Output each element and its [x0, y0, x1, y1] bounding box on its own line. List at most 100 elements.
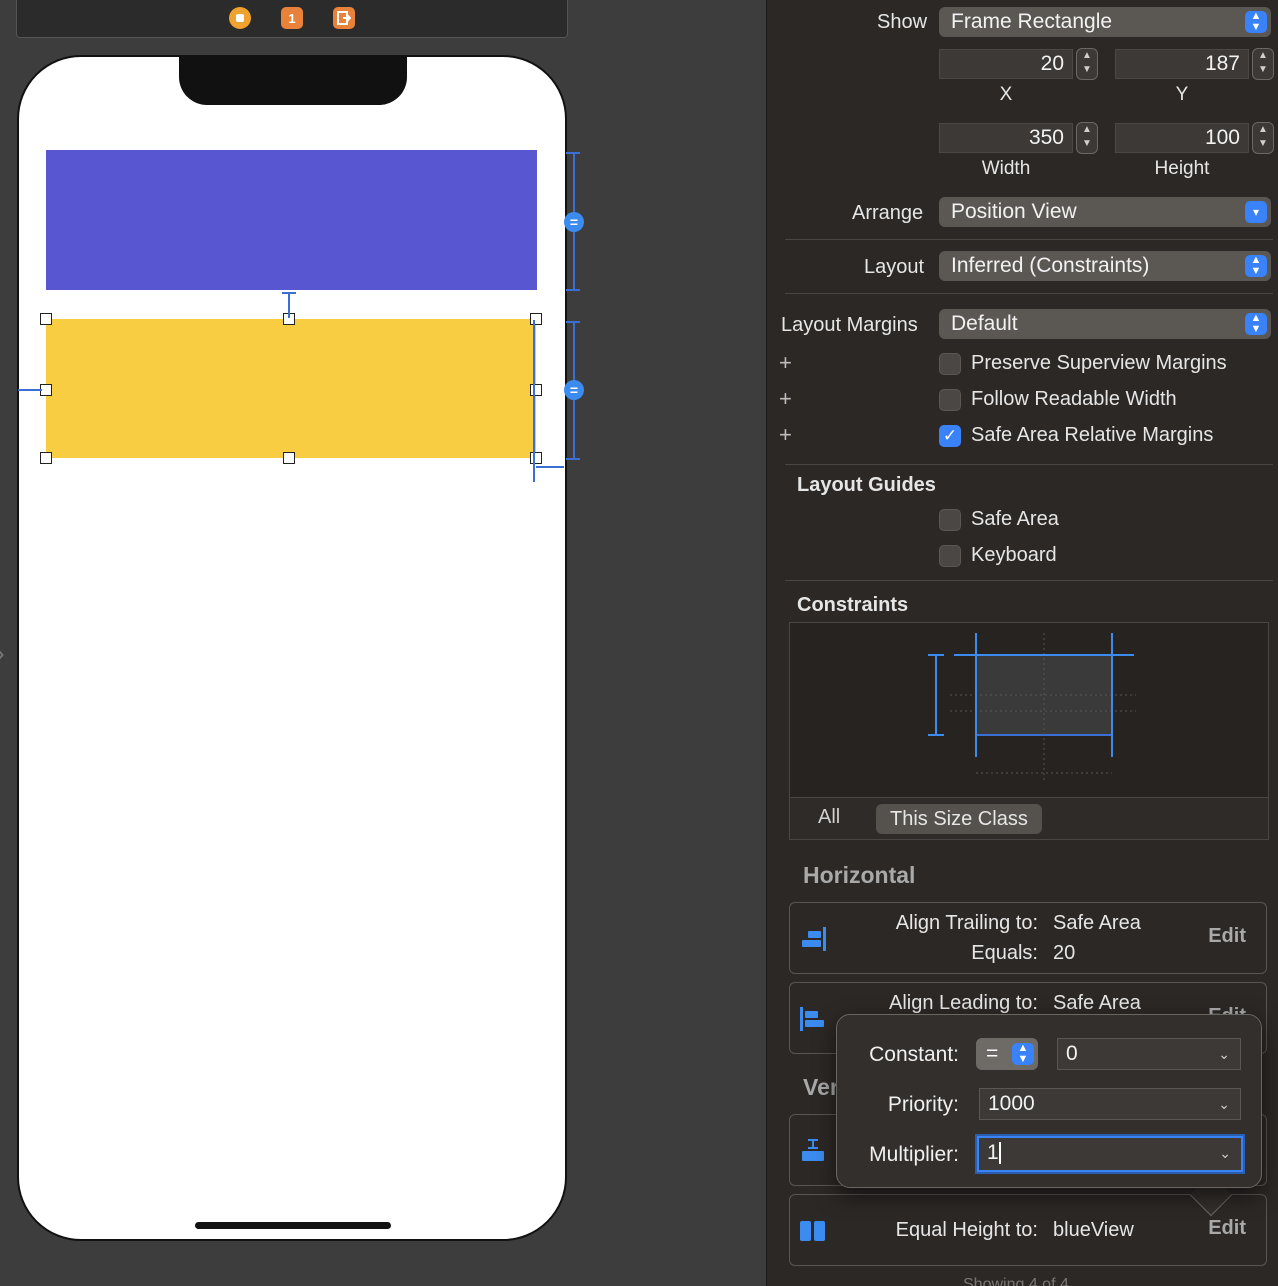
constraint-cap: [566, 289, 580, 291]
segment-all[interactable]: All: [818, 806, 840, 829]
constraints-count: Showing 4 of 4: [963, 1276, 1069, 1286]
constant-field[interactable]: 0 ⌄: [1057, 1038, 1241, 1070]
equal-height-badge-icon[interactable]: =: [564, 212, 584, 232]
constraint-value: Safe Area: [1053, 992, 1141, 1014]
priority-value: 1000: [988, 1092, 1035, 1115]
show-popup-value: Frame Rectangle: [951, 10, 1113, 33]
first-responder-icon[interactable]: 1: [281, 7, 303, 29]
multiplier-value: 1: [987, 1141, 999, 1164]
multiplier-field[interactable]: 1 ⌄: [977, 1136, 1243, 1172]
safe-area-guide-label: Safe Area: [971, 508, 1059, 530]
x-field[interactable]: 20: [939, 49, 1073, 79]
popup-chevrons-icon: ▲ ▼: [1245, 255, 1267, 277]
height-field[interactable]: 100: [1115, 123, 1249, 153]
keyboard-guide-label: Keyboard: [971, 544, 1057, 566]
horizontal-header: Horizontal: [803, 862, 916, 888]
safe-area-relative-margins-label: Safe Area Relative Margins: [971, 424, 1214, 446]
show-popup[interactable]: Frame Rectangle ▲ ▼: [939, 7, 1271, 37]
constraint-cap: [566, 152, 580, 154]
view-controller-icon[interactable]: [229, 7, 251, 29]
priority-label: Priority:: [887, 1093, 959, 1116]
scene-dock: 1: [16, 0, 568, 38]
constraint-card-equal-height[interactable]: Equal Height to: blueView Edit: [789, 1194, 1267, 1266]
yellow-view-selected[interactable]: [46, 319, 536, 458]
storyboard-canvas[interactable]: 1 › = =: [0, 0, 766, 1286]
blue-view[interactable]: [46, 150, 537, 290]
chevron-down-icon[interactable]: ⌄: [1219, 1138, 1231, 1168]
priority-field[interactable]: 1000 ⌄: [979, 1088, 1241, 1120]
vertical-spacing-icon: [802, 1139, 824, 1161]
layout-guides-title: Layout Guides: [797, 474, 936, 496]
multiplier-label: Multiplier:: [869, 1143, 959, 1166]
popup-chevrons-icon: ▲ ▼: [1012, 1043, 1034, 1065]
add-variation-plus-icon[interactable]: +: [779, 386, 792, 412]
layout-label: Layout: [864, 256, 925, 278]
resize-handle-right[interactable]: [530, 384, 542, 396]
constraint-card-trailing[interactable]: Align Trailing to: Safe Area Equals: 20 …: [789, 902, 1267, 974]
equal-height-icon: [800, 1221, 825, 1241]
chevron-down-icon[interactable]: ⌄: [1218, 1089, 1230, 1119]
arrange-popup-value: Position View: [951, 200, 1077, 223]
follow-readable-width-checkbox[interactable]: [939, 389, 961, 411]
popup-chevrons-icon: ▲ ▼: [1245, 313, 1267, 335]
divider: [785, 239, 1273, 240]
constraint-cap: [566, 321, 580, 323]
x-stepper[interactable]: ▲ ▼: [1076, 48, 1098, 80]
size-class-segmented-control[interactable]: All This Size Class: [789, 798, 1269, 840]
x-caption: X: [999, 84, 1013, 105]
constraint-cap: [566, 458, 580, 460]
trailing-guide-line: [533, 320, 535, 482]
resize-handle-top-right[interactable]: [530, 313, 542, 325]
exit-icon[interactable]: [333, 7, 355, 29]
layout-margins-popup-value: Default: [951, 312, 1018, 335]
height-stepper[interactable]: ▲ ▼: [1252, 122, 1274, 154]
text-cursor: [998, 1142, 1001, 1165]
constraint-key: Align Leading to:: [888, 992, 1038, 1014]
popup-chevrons-icon: ▲ ▼: [1245, 11, 1267, 33]
resize-handle-top-left[interactable]: [40, 313, 52, 325]
divider: [785, 293, 1273, 294]
arrange-popup[interactable]: Position View ▾: [939, 197, 1271, 227]
y-caption: Y: [1175, 84, 1189, 105]
trailing-constraint[interactable]: [536, 466, 564, 468]
safe-area-guide-checkbox[interactable]: [939, 509, 961, 531]
show-label: Show: [877, 11, 928, 33]
add-variation-plus-icon[interactable]: +: [779, 422, 792, 448]
arrange-label: Arrange: [852, 202, 924, 224]
resize-handle-bottom-left[interactable]: [40, 452, 52, 464]
chevron-down-icon[interactable]: ⌄: [1218, 1039, 1230, 1069]
layout-margins-label: Layout Margins: [781, 314, 918, 336]
divider: [785, 580, 1273, 581]
add-variation-plus-icon[interactable]: +: [779, 350, 792, 376]
align-leading-icon: [800, 1007, 824, 1031]
constraint-diagram: [928, 633, 1136, 783]
segment-this-size-class[interactable]: This Size Class: [876, 804, 1042, 834]
chevron-down-icon: ▾: [1245, 201, 1267, 223]
entry-point-arrow-icon: ›: [0, 638, 5, 669]
relation-popup[interactable]: = ▲ ▼: [976, 1038, 1038, 1070]
constraint-edit-popover: Constant: Priority: Multiplier: 0 ⌄ 1000…: [836, 1014, 1262, 1188]
width-caption: Width: [981, 158, 1031, 179]
resize-handle-bottom[interactable]: [283, 452, 295, 464]
layout-popup[interactable]: Inferred (Constraints) ▲ ▼: [939, 251, 1271, 281]
leading-constraint[interactable]: [18, 389, 42, 391]
edit-constraint-button[interactable]: Edit: [1208, 925, 1246, 948]
constant-label: Constant:: [869, 1043, 959, 1066]
width-stepper[interactable]: ▲ ▼: [1076, 122, 1098, 154]
safe-area-relative-margins-checkbox[interactable]: ✓: [939, 425, 961, 447]
preserve-superview-margins-checkbox[interactable]: [939, 353, 961, 375]
constraint-editor[interactable]: [789, 622, 1269, 798]
keyboard-guide-checkbox[interactable]: [939, 545, 961, 567]
vertical-spacing-constraint[interactable]: [288, 292, 290, 318]
constraints-title: Constraints: [797, 594, 909, 616]
constraint-value: blueView: [1053, 1219, 1134, 1241]
layout-margins-popup[interactable]: Default ▲ ▼: [939, 309, 1271, 339]
constraint-value: 20: [1053, 942, 1076, 964]
edit-constraint-button[interactable]: Edit: [1208, 1217, 1246, 1240]
y-stepper[interactable]: ▲ ▼: [1252, 48, 1274, 80]
equal-height-badge-icon[interactable]: =: [564, 380, 584, 400]
resize-handle-bottom-right[interactable]: [530, 452, 542, 464]
y-field[interactable]: 187: [1115, 49, 1249, 79]
vertical-header: Ver: [803, 1074, 839, 1100]
width-field[interactable]: 350: [939, 123, 1073, 153]
